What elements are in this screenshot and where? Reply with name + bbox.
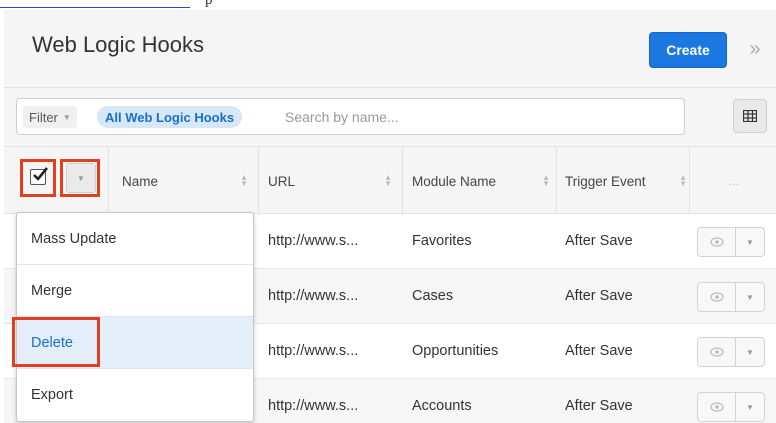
- delete-highlight: [12, 317, 100, 367]
- column-header-trigger[interactable]: Trigger Event ▲ ▼: [565, 147, 689, 215]
- row-actions[interactable]: ▼: [697, 282, 765, 312]
- sort-icon: ▲ ▼: [542, 173, 550, 188]
- trigger-cell: After Save: [565, 288, 633, 304]
- trigger-cell: After Save: [565, 398, 633, 414]
- column-divider: [689, 147, 690, 215]
- module-cell: Cases: [412, 288, 454, 304]
- column-label: Trigger Event: [565, 173, 646, 189]
- row-actions[interactable]: ▼: [697, 392, 765, 422]
- chevron-down-icon[interactable]: ▼: [736, 228, 764, 256]
- list-view-toggle[interactable]: [733, 99, 767, 133]
- grid-icon: [743, 110, 757, 122]
- chevron-down-icon[interactable]: ▼: [736, 283, 764, 311]
- chevron-down-icon: ▼: [62, 112, 71, 122]
- preview-button[interactable]: [698, 338, 736, 366]
- menu-item-mass-update[interactable]: Mass Update: [17, 213, 253, 265]
- menu-item-export[interactable]: Export: [17, 369, 253, 421]
- row-actions[interactable]: ▼: [697, 227, 765, 257]
- sort-icon: ▲ ▼: [679, 173, 687, 188]
- collapse-icon[interactable]: »: [744, 36, 766, 62]
- chevron-down-icon[interactable]: ▼: [736, 338, 764, 366]
- search-input[interactable]: [285, 105, 675, 129]
- column-label: Name: [122, 173, 159, 189]
- column-divider: [108, 147, 109, 215]
- top-fragment-text: p: [205, 0, 213, 8]
- page-header: Web Logic Hooks Create »: [4, 10, 776, 88]
- filter-dropdown[interactable]: Filter ▼: [23, 106, 77, 128]
- url-cell[interactable]: http://www.s...: [268, 269, 358, 323]
- eye-icon: [709, 292, 724, 302]
- filter-bar: Filter ▼ All Web Logic Hooks: [4, 88, 776, 146]
- chevron-down-icon[interactable]: ▼: [736, 393, 764, 421]
- sort-icon: ▲ ▼: [240, 173, 248, 188]
- row-actions[interactable]: ▼: [697, 337, 765, 367]
- filter-chip[interactable]: All Web Logic Hooks: [97, 106, 243, 128]
- eye-icon: [709, 402, 724, 412]
- url-cell[interactable]: http://www.s...: [268, 214, 358, 268]
- eye-icon: [709, 347, 724, 357]
- eye-icon: [709, 237, 724, 247]
- sort-icon: ▲ ▼: [384, 173, 392, 188]
- page-title: Web Logic Hooks: [32, 32, 205, 57]
- more-columns-icon[interactable]: ...: [704, 147, 764, 215]
- column-divider: [556, 147, 557, 215]
- checkbox-highlight: [20, 159, 56, 197]
- table-header: ▼ Name ▲ ▼ URL ▲ ▼ Module Name ▲ ▼ Trigger …: [4, 146, 776, 215]
- trigger-cell: After Save: [565, 233, 633, 249]
- preview-button[interactable]: [698, 283, 736, 311]
- menu-item-merge[interactable]: Merge: [17, 265, 253, 317]
- module-cell: Accounts: [412, 398, 472, 414]
- create-button[interactable]: Create: [649, 32, 727, 68]
- column-divider: [258, 147, 259, 215]
- caret-highlight: [60, 159, 100, 197]
- top-link[interactable]: [0, 0, 190, 8]
- column-divider: [402, 147, 403, 215]
- filter-label: Filter: [29, 109, 58, 125]
- preview-button[interactable]: [698, 228, 736, 256]
- column-header-url[interactable]: URL ▲ ▼: [268, 147, 402, 215]
- trigger-cell: After Save: [565, 343, 633, 359]
- top-fragment: p: [0, 0, 776, 10]
- module-cell: Favorites: [412, 233, 472, 249]
- column-header-name[interactable]: Name ▲ ▼: [122, 147, 258, 215]
- filter-box: Filter ▼ All Web Logic Hooks: [16, 98, 685, 135]
- module-cell: Opportunities: [412, 343, 499, 359]
- column-header-module[interactable]: Module Name ▲ ▼: [412, 147, 556, 215]
- preview-button[interactable]: [698, 393, 736, 421]
- column-label: URL: [268, 173, 296, 189]
- url-cell[interactable]: http://www.s...: [268, 379, 358, 423]
- column-label: Module Name: [412, 173, 497, 189]
- url-cell[interactable]: http://www.s...: [268, 324, 358, 378]
